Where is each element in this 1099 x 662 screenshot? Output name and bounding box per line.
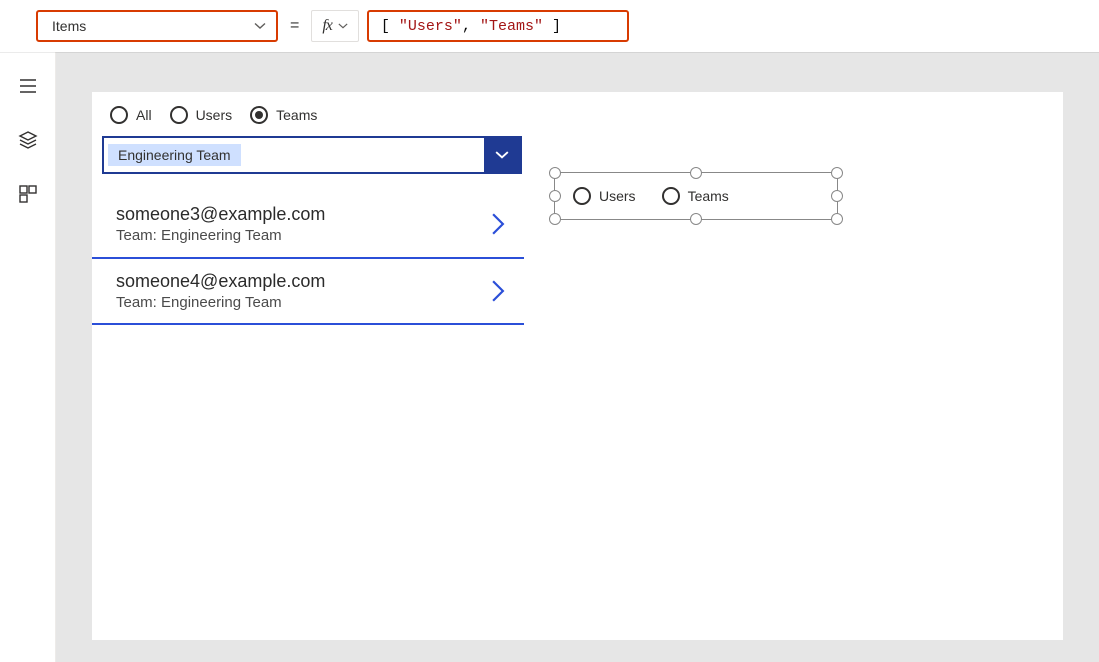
radio-label: Teams <box>688 188 729 204</box>
list-item-email: someone4@example.com <box>116 269 325 293</box>
chevron-down-icon <box>254 20 266 32</box>
dropdown-value: Engineering Team <box>108 144 241 166</box>
radio-icon <box>110 106 128 124</box>
formula-token-string: "Users" <box>399 18 462 35</box>
fx-dropdown[interactable]: fx <box>311 10 359 42</box>
selected-radio-control[interactable]: Users Teams <box>554 172 838 220</box>
list-item-team: Team: Engineering Team <box>116 293 325 313</box>
app-canvas[interactable]: All Users Teams Engineering Team <box>92 92 1063 640</box>
property-selector-value: Items <box>52 18 86 34</box>
radio-label: All <box>136 107 152 123</box>
canvas-area[interactable]: All Users Teams Engineering Team <box>56 52 1099 662</box>
radio-users[interactable]: Users <box>170 106 233 124</box>
list-item[interactable]: someone4@example.com Team: Engineering T… <box>92 259 524 326</box>
radio-label: Teams <box>276 107 317 123</box>
list-item-email: someone3@example.com <box>116 202 325 226</box>
preview-column: All Users Teams Engineering Team <box>92 92 532 325</box>
chevron-down-icon <box>338 21 348 31</box>
list-item-team: Team: Engineering Team <box>116 226 325 246</box>
fx-label: fx <box>322 17 332 35</box>
radio-all[interactable]: All <box>110 106 152 124</box>
team-dropdown[interactable]: Engineering Team <box>102 136 522 174</box>
formula-input[interactable]: [ "Users" , "Teams" ] <box>367 10 629 42</box>
radio-label: Users <box>196 107 233 123</box>
filter-radio-group: All Users Teams <box>92 106 532 136</box>
formula-token-string: "Teams" <box>480 18 543 35</box>
list-item[interactable]: someone3@example.com Team: Engineering T… <box>92 192 524 259</box>
resize-handle[interactable] <box>690 213 702 225</box>
formula-token-comma: , <box>462 18 471 35</box>
radio-option-teams[interactable]: Teams <box>662 187 729 205</box>
chevron-down-icon <box>484 138 520 172</box>
resize-handle[interactable] <box>831 213 843 225</box>
resize-handle[interactable] <box>549 167 561 179</box>
radio-label: Users <box>599 188 636 204</box>
radio-option-users[interactable]: Users <box>573 187 636 205</box>
workspace: All Users Teams Engineering Team <box>0 52 1099 662</box>
property-selector[interactable]: Items <box>36 10 278 42</box>
radio-icon <box>170 106 188 124</box>
radio-icon <box>662 187 680 205</box>
resize-handle[interactable] <box>690 167 702 179</box>
resize-handle[interactable] <box>831 190 843 202</box>
formula-bar: Items = fx [ "Users" , "Teams" ] <box>0 0 1099 52</box>
formula-token-bracket: [ <box>381 18 390 35</box>
components-icon[interactable] <box>18 184 38 204</box>
left-rail <box>0 52 56 662</box>
formula-token-bracket: ] <box>552 18 561 35</box>
resize-handle[interactable] <box>549 190 561 202</box>
radio-teams[interactable]: Teams <box>250 106 317 124</box>
layers-icon[interactable] <box>18 130 38 150</box>
chevron-right-icon <box>490 280 506 302</box>
radio-icon <box>250 106 268 124</box>
chevron-right-icon <box>490 213 506 235</box>
resize-handle[interactable] <box>831 167 843 179</box>
radio-icon <box>573 187 591 205</box>
resize-handle[interactable] <box>549 213 561 225</box>
equals-sign: = <box>286 17 303 35</box>
hamburger-icon[interactable] <box>18 76 38 96</box>
